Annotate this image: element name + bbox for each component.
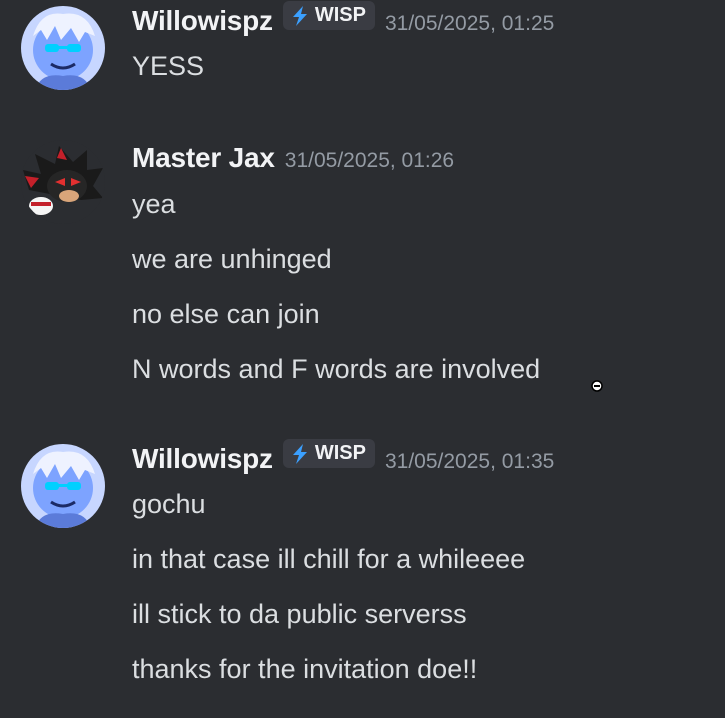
chat-messages: Willowispz WISP 31/05/2025, 01:25 YESS M… xyxy=(0,0,725,718)
username[interactable]: Willowispz xyxy=(132,443,273,475)
user-tag[interactable]: WISP xyxy=(282,1,375,30)
message-text: in that case ill chill for a whileeee xyxy=(132,544,526,574)
message-text: YESS xyxy=(132,51,205,81)
message-header: Willowispz WISP 31/05/2025, 01:35 xyxy=(132,439,554,475)
lightning-bolt-icon xyxy=(292,443,307,464)
anime-avatar-icon[interactable] xyxy=(21,6,105,90)
hedgehog-avatar-icon[interactable] xyxy=(21,140,105,224)
message-text: ill stick to da public serverss xyxy=(132,599,467,629)
user-tag[interactable]: WISP xyxy=(282,439,375,468)
message-text: no else can join xyxy=(132,299,320,329)
text-cursor-icon xyxy=(591,380,603,392)
message-header: Willowispz WISP 31/05/2025, 01:25 xyxy=(132,1,554,37)
message-text: thanks for the invitation doe!! xyxy=(132,654,478,684)
username[interactable]: Master Jax xyxy=(132,142,275,174)
lightning-bolt-icon xyxy=(292,5,307,26)
tag-label: WISP xyxy=(314,4,366,26)
timestamp[interactable]: 31/05/2025, 01:35 xyxy=(385,450,554,474)
anime-avatar-icon[interactable] xyxy=(21,444,105,528)
timestamp[interactable]: 31/05/2025, 01:25 xyxy=(385,12,554,36)
message-header: Master Jax 31/05/2025, 01:26 xyxy=(132,142,454,174)
username[interactable]: Willowispz xyxy=(132,5,273,37)
message-text: yea xyxy=(132,189,176,219)
timestamp[interactable]: 31/05/2025, 01:26 xyxy=(285,149,454,173)
message-text: we are unhinged xyxy=(132,244,332,274)
message-text: gochu xyxy=(132,489,206,519)
tag-label: WISP xyxy=(314,442,366,464)
message-text: N words and F words are involved xyxy=(132,354,541,384)
